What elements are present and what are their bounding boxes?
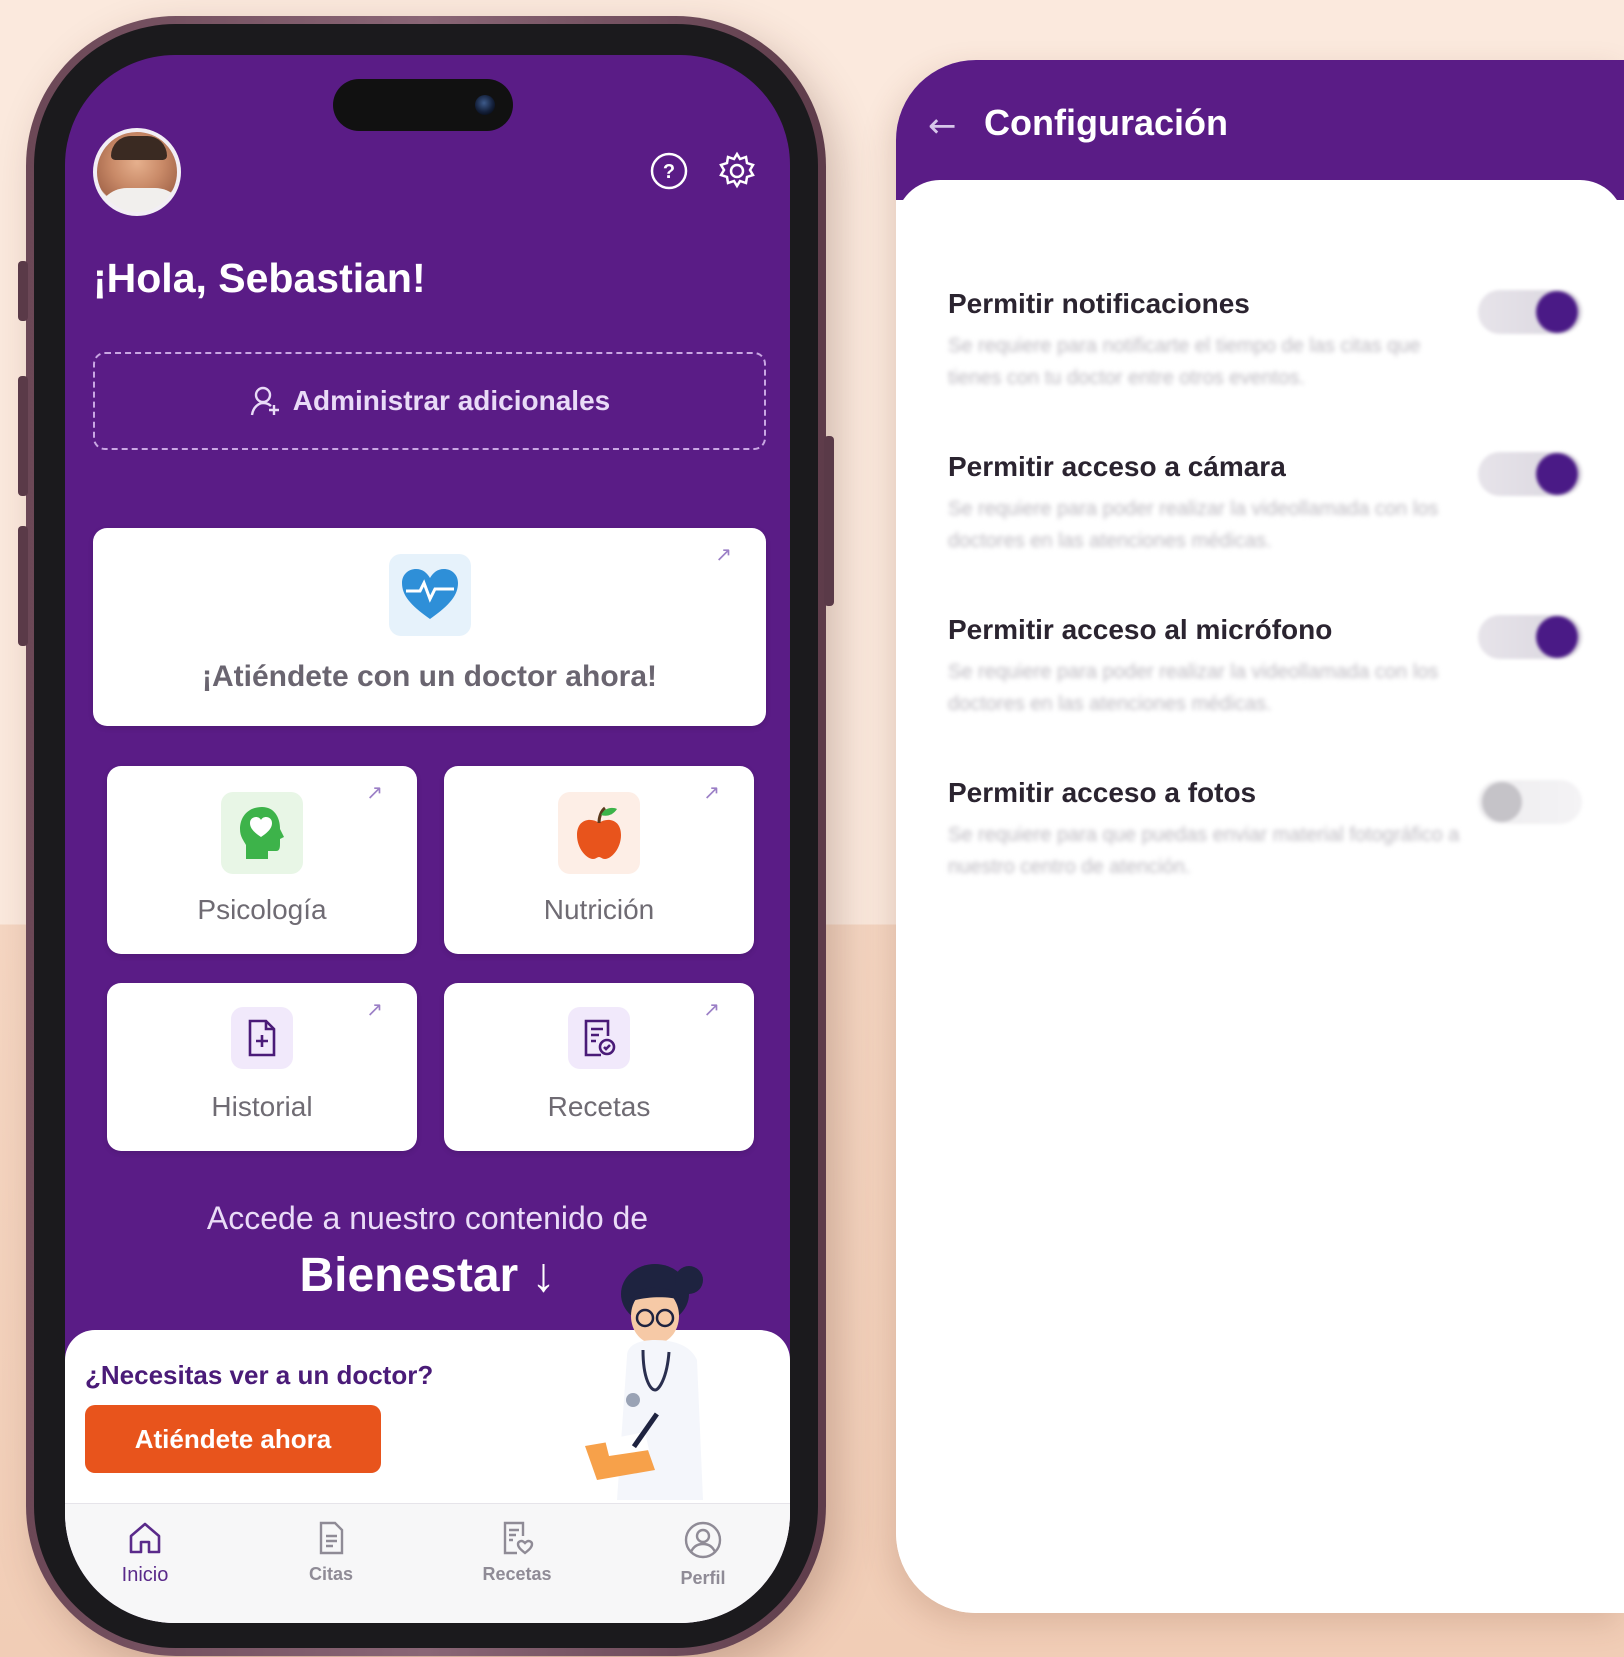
home-icon — [129, 1522, 161, 1554]
permission-title: Permitir acceso al micrófono — [948, 614, 1333, 645]
doctor-now-card[interactable]: ↗ ¡Atiéndete con un doctor ahora! — [93, 528, 766, 726]
toggle-photos[interactable] — [1478, 780, 1582, 824]
phone-button — [18, 526, 28, 646]
doctor-illustration — [585, 1264, 703, 1500]
external-arrow-icon: ↗ — [703, 780, 720, 804]
doctor-now-label: ¡Atiéndete con un doctor ahora! — [201, 660, 657, 693]
permission-description: Se requiere para poder realizar la video… — [948, 661, 1439, 715]
user-circle-icon — [684, 1521, 722, 1559]
tab-perfil[interactable]: Perfil — [643, 1520, 763, 1589]
heart-pulse-icon — [388, 554, 471, 636]
external-arrow-icon: ↗ — [703, 997, 720, 1021]
service-label: Historial — [211, 1091, 313, 1122]
settings-body: Permitir notificaciones Se requiere para… — [896, 180, 1624, 1613]
permission-description: Se requiere para poder realizar la video… — [948, 498, 1439, 552]
settings-screen: ← Configuración Permitir notificaciones … — [896, 60, 1624, 1613]
settings-title: Configuración — [984, 102, 1228, 143]
toggle-knob — [1482, 782, 1522, 822]
gear-icon[interactable] — [717, 151, 757, 191]
settings-header: ← Configuración — [896, 60, 1624, 200]
medical-file-icon — [231, 1007, 293, 1069]
avatar-hair — [111, 136, 167, 160]
greeting-title: ¡Hola, Sebastian! — [93, 255, 426, 301]
phone-button — [18, 261, 28, 321]
document-icon — [319, 1521, 344, 1555]
promo-question: ¿Necesitas ver a un doctor? — [85, 1360, 434, 1390]
tab-citas[interactable]: Citas — [271, 1520, 391, 1585]
tab-inicio[interactable]: Inicio — [85, 1520, 205, 1587]
tab-label: Inicio — [121, 1564, 169, 1586]
toggle-knob — [1536, 453, 1578, 495]
help-icon[interactable]: ? — [649, 151, 689, 191]
service-card-psicologia[interactable]: ↗ Psicología — [107, 766, 417, 954]
tab-label: Perfil — [680, 1568, 726, 1588]
toggle-microphone[interactable] — [1478, 615, 1582, 659]
service-card-historial[interactable]: ↗ Historial — [107, 983, 417, 1151]
toggle-knob — [1536, 291, 1578, 333]
toggle-notifications[interactable] — [1478, 290, 1582, 334]
toggle-camera[interactable] — [1478, 452, 1582, 496]
toggle-knob — [1536, 616, 1578, 658]
user-add-icon — [250, 386, 279, 416]
service-label: Psicología — [197, 894, 327, 925]
bottom-tab-bar: Inicio Citas Recetas Perfil — [65, 1503, 790, 1623]
home-screen: ? ¡Hola, Sebastian! Administrar adiciona… — [65, 55, 790, 1623]
svg-text:?: ? — [663, 161, 675, 183]
tab-label: Recetas — [482, 1564, 552, 1584]
service-card-nutricion[interactable]: ↗ Nutrición — [444, 766, 754, 954]
tab-recetas[interactable]: Recetas — [457, 1520, 577, 1585]
camera-icon — [475, 95, 495, 115]
attend-now-button[interactable]: Atiéndete ahora — [85, 1405, 381, 1473]
permission-title: Permitir notificaciones — [948, 288, 1250, 319]
permission-photos: Permitir acceso a fotos Se requiere para… — [948, 777, 1468, 883]
wellness-subtitle: Accede a nuestro contenido de — [206, 1200, 649, 1236]
manage-additionals-button[interactable]: Administrar adicionales — [93, 352, 766, 450]
permission-title: Permitir acceso a fotos — [948, 777, 1257, 808]
phone-button — [824, 436, 834, 606]
avatar-shirt — [97, 188, 177, 212]
permission-microphone: Permitir acceso al micrófono Se requiere… — [948, 614, 1468, 720]
permission-title: Permitir acceso a cámara — [948, 451, 1286, 482]
service-label: Nutrición — [543, 894, 655, 925]
external-arrow-icon: ↗ — [366, 997, 383, 1021]
permission-description: Se requiere para notificarte el tiempo d… — [948, 335, 1421, 389]
permission-camera: Permitir acceso a cámara Se requiere par… — [948, 451, 1468, 557]
external-arrow-icon: ↗ — [715, 542, 732, 566]
prescription-icon — [568, 1007, 630, 1069]
service-card-recetas[interactable]: ↗ Recetas — [444, 983, 754, 1151]
manage-additionals-label: Administrar adicionales — [292, 385, 611, 416]
external-arrow-icon: ↗ — [366, 780, 383, 804]
prescription-heart-icon — [503, 1521, 534, 1555]
avatar[interactable] — [93, 128, 181, 216]
permission-notifications: Permitir notificaciones Se requiere para… — [948, 288, 1468, 394]
phone-button — [18, 376, 28, 496]
tab-label: Citas — [308, 1564, 353, 1584]
brain-heart-icon — [221, 792, 303, 874]
back-arrow-icon[interactable]: ← — [928, 106, 957, 146]
apple-icon — [558, 792, 640, 874]
service-label: Recetas — [547, 1091, 651, 1122]
permission-description: Se requiere para que puedas enviar mater… — [948, 824, 1460, 878]
dynamic-island — [333, 79, 513, 131]
